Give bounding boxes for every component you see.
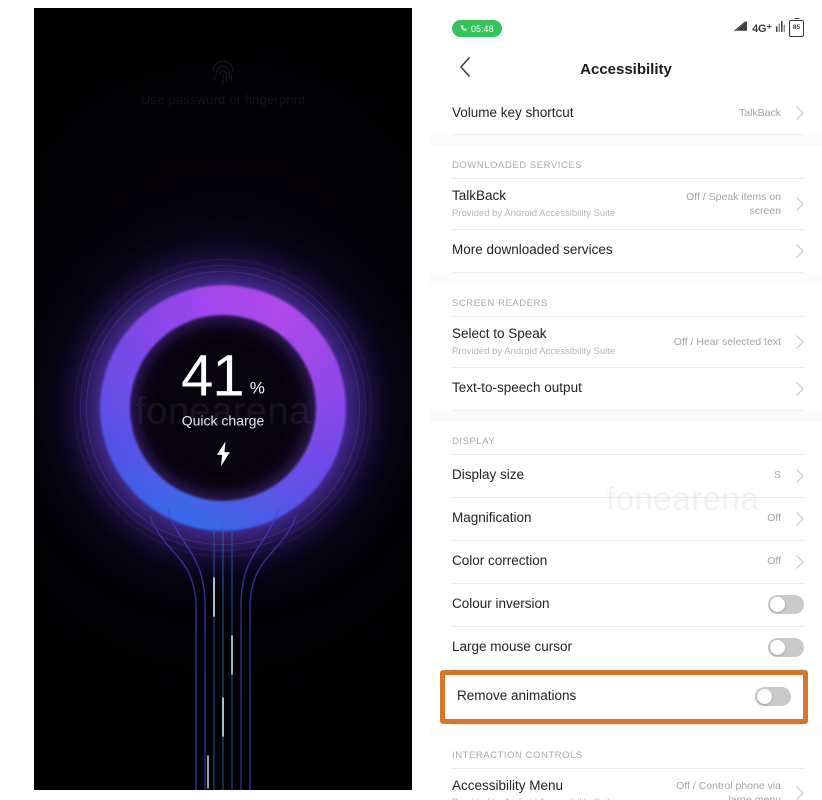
- row-title: More downloaded services: [452, 242, 613, 258]
- row-text: Volume key shortcut: [452, 96, 731, 131]
- chevron-right-icon: [788, 786, 804, 800]
- percent-sign: %: [249, 378, 265, 398]
- signal-bars-icon: [776, 19, 785, 37]
- settings-phone-panel: 05:48 4G⁺ 85 Accessibility fonearena Vol…: [430, 0, 822, 800]
- setting-row-select-to-speak[interactable]: Select to Speak Provided by Android Acces…: [430, 317, 822, 367]
- row-text: Select to Speak Provided by Android Acces…: [452, 317, 666, 367]
- toggle-knob: [770, 597, 785, 612]
- charge-readout: 41 % Quick charge: [123, 343, 323, 467]
- settings-list-body: Volume key shortcut TalkBack DOWNLOADED SE…: [430, 92, 822, 800]
- lock-hint-text: Use password or fingerprint: [140, 92, 306, 107]
- setting-row-remove-animations[interactable]: Remove animations: [440, 669, 808, 724]
- row-subtitle: Provided by Android Accessibility Suite: [452, 345, 616, 357]
- fingerprint-icon[interactable]: [210, 60, 236, 90]
- row-title: TalkBack: [452, 188, 507, 203]
- row-text: Text-to-speech output: [452, 371, 781, 406]
- toggle-colour-inversion[interactable]: [768, 595, 804, 614]
- row-text: TalkBack Provided by Android Accessibilit…: [452, 179, 645, 229]
- charge-status-label: Quick charge: [181, 412, 265, 429]
- charge-percent-row: 41 %: [123, 343, 323, 409]
- phone-call-icon: [460, 24, 468, 33]
- row-title: Large mouse cursor: [452, 639, 573, 655]
- row-value: TalkBack: [738, 106, 781, 119]
- toggle-remove-animations[interactable]: [755, 687, 791, 706]
- chevron-right-icon: [788, 554, 804, 569]
- network-type-label: 4G⁺: [752, 22, 772, 35]
- row-text: Accessibility MenuProvided by Android Ac…: [452, 769, 645, 800]
- row-value: Off: [767, 512, 781, 525]
- settings-list[interactable]: fonearena Volume key shortcut TalkBack DOW…: [430, 92, 822, 800]
- setting-row-accessibility-menu[interactable]: Accessibility MenuProvided by Android Ac…: [430, 769, 822, 800]
- battery-percent: 41: [181, 343, 245, 409]
- chevron-right-icon: [788, 381, 804, 396]
- setting-row-large-mouse-cursor[interactable]: Large mouse cursor: [430, 627, 822, 669]
- chevron-right-icon: [788, 106, 804, 120]
- row-value: S: [773, 469, 781, 482]
- row-text: Large mouse cursor: [452, 630, 760, 665]
- row-value: Off / Hear selected text: [673, 335, 781, 348]
- setting-row-text-to-speech-output[interactable]: Text-to-speech output: [430, 368, 822, 410]
- row-title: Text-to-speech output: [452, 380, 582, 396]
- row-value: Off / Control phone via large menu: [676, 780, 781, 800]
- row-title: Remove animations: [457, 688, 577, 704]
- setting-row-colour-inversion[interactable]: Colour inversion: [430, 584, 822, 626]
- group-separator: [430, 272, 822, 284]
- setting-row-volume-key-shortcut[interactable]: Volume key shortcut TalkBack: [430, 92, 822, 134]
- row-text: Colour inversion: [452, 587, 760, 622]
- row-text: More downloaded services: [452, 233, 781, 268]
- setting-row-display-size[interactable]: Display size S: [430, 455, 822, 497]
- row-text: Magnification: [452, 501, 759, 536]
- charging-phone-panel: Use password or fingerprint 41 % Quick c…: [34, 8, 412, 790]
- toggle-large-mouse-cursor[interactable]: [768, 638, 804, 657]
- lightning-bolt-icon: [215, 441, 232, 467]
- toggle-knob: [757, 689, 772, 704]
- battery-level-text: 85: [792, 23, 801, 31]
- status-bar: 05:48 4G⁺ 85: [430, 0, 822, 46]
- lockscreen: Use password or fingerprint 41 % Quick c…: [34, 8, 412, 790]
- row-text: Display size: [452, 458, 766, 493]
- group-header-screen-readers: SCREEN READERS: [452, 297, 548, 309]
- signal-triangle-icon: [733, 19, 748, 37]
- call-timer: 05:48: [471, 23, 494, 34]
- row-title: Display size: [452, 467, 525, 483]
- row-title: Volume key shortcut: [452, 104, 574, 120]
- chevron-right-icon: [788, 334, 804, 349]
- battery-icon: 85: [789, 19, 804, 37]
- group-header-display: DISPLAY: [452, 435, 496, 447]
- group-separator: [430, 135, 822, 146]
- setting-row-color-correction[interactable]: Color correction Off: [430, 541, 822, 583]
- row-text: Remove animations: [457, 679, 747, 714]
- ongoing-call-pill[interactable]: 05:48: [452, 20, 502, 37]
- row-value: Off / Speak items on screen: [686, 190, 781, 217]
- back-button[interactable]: [452, 56, 478, 82]
- status-icons: 4G⁺ 85: [733, 19, 804, 37]
- setting-row-magnification[interactable]: Magnification Off: [430, 498, 822, 540]
- group-header-downloaded-services: DOWNLOADED SERVICES: [452, 160, 583, 171]
- group-separator: [430, 724, 822, 736]
- row-title: Accessibility Menu: [452, 777, 564, 793]
- charging-ring-graphic: 41 % Quick charge: [73, 258, 373, 558]
- chevron-right-icon: [788, 244, 804, 258]
- toggle-knob: [770, 640, 785, 655]
- row-title: Colour inversion: [452, 596, 550, 612]
- group-header-interaction-controls: INTERACTION CONTROLS: [452, 749, 583, 761]
- page-title: Accessibility: [580, 60, 672, 78]
- chevron-right-icon: [788, 197, 804, 211]
- row-value: Off: [767, 555, 781, 568]
- row-title: Magnification: [452, 510, 532, 526]
- chevron-right-icon: [788, 511, 804, 526]
- row-title: Color correction: [452, 553, 548, 569]
- chevron-left-icon: [459, 56, 472, 82]
- setting-row-talkback[interactable]: TalkBack Provided by Android Accessibilit…: [430, 179, 822, 229]
- title-bar: Accessibility: [430, 46, 822, 92]
- chevron-right-icon: [788, 468, 804, 483]
- group-separator: [430, 410, 822, 422]
- setting-row-more-downloaded-services[interactable]: More downloaded services: [430, 230, 822, 272]
- row-subtitle: Provided by Android Accessibility Suite: [452, 207, 616, 219]
- row-text: Color correction: [452, 544, 759, 579]
- row-title: Select to Speak: [452, 325, 547, 341]
